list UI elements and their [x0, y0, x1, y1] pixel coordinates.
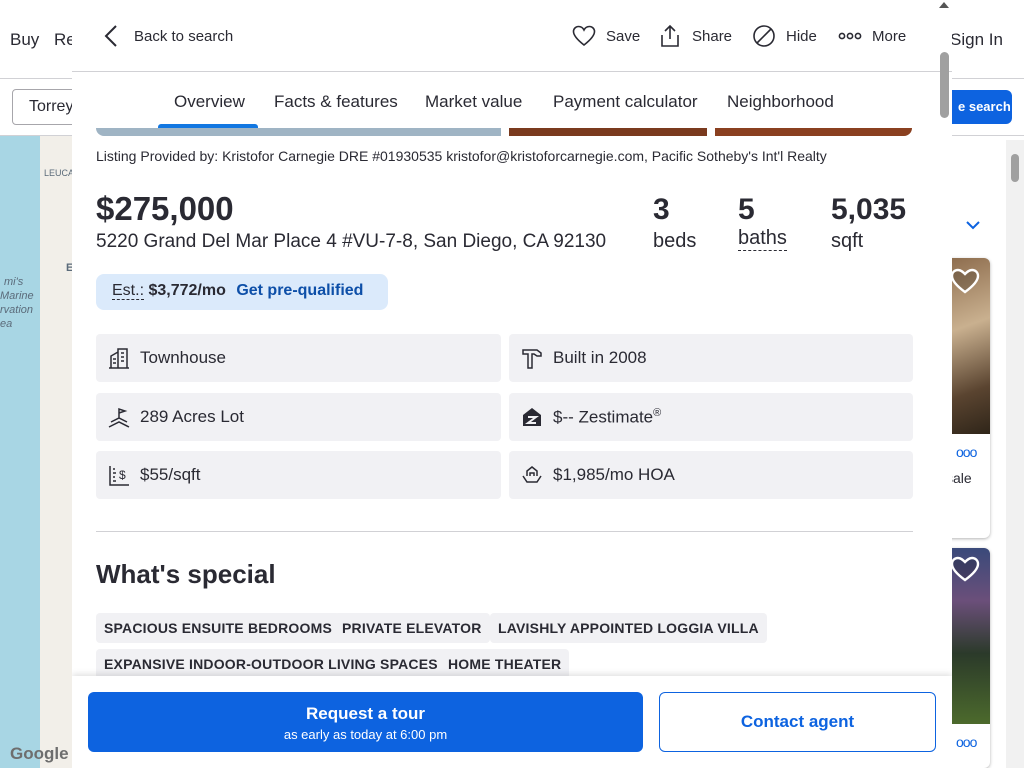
heart-icon[interactable] — [950, 268, 980, 294]
home-details-modal: Back to search Save Share Hide More Over… — [72, 0, 952, 768]
share-icon — [661, 24, 679, 47]
hide-button[interactable]: Hide — [752, 22, 817, 50]
scroll-up-arrow-icon[interactable] — [939, 2, 949, 8]
fact-hoa-label: $1,985/mo HOA — [553, 465, 675, 484]
fact-year-built-label: Built in 2008 — [553, 348, 647, 367]
svg-text:$: $ — [119, 468, 126, 482]
fact-lot-size: 289 Acres Lot — [96, 393, 501, 441]
map-label: rvation — [0, 304, 34, 316]
beds-stat: 3 beds — [653, 193, 696, 255]
feature-chip: LAVISHLY APPOINTED LOGGIA VILLA — [490, 613, 767, 643]
feature-chip: SPACIOUS ENSUITE BEDROOMS — [96, 613, 340, 643]
nav-sign-in[interactable]: Sign In — [950, 30, 1003, 50]
heart-icon[interactable] — [950, 556, 980, 582]
address: 5220 Grand Del Mar Place 4 #VU-7-8, San … — [96, 231, 607, 252]
sqft-label: sqft — [831, 230, 864, 252]
scrollbar-thumb[interactable] — [940, 52, 949, 118]
map-label: LEUCA — [44, 168, 75, 178]
fact-zestimate: $-- Zestimate® — [509, 393, 913, 441]
fact-zestimate-label: $-- Zestimate — [553, 407, 654, 427]
map-label: Marine — [0, 290, 34, 302]
get-pre-qualified-link[interactable]: Get pre-qualified — [236, 282, 363, 299]
save-button[interactable]: Save — [572, 22, 640, 50]
more-label: More — [872, 27, 907, 45]
request-tour-sublabel: as early as today at 6:00 pm — [283, 727, 448, 742]
fact-price-per-sqft-label: $55/sqft — [140, 465, 201, 484]
heart-icon — [572, 25, 596, 47]
photo[interactable] — [509, 128, 707, 136]
lot-icon — [108, 407, 130, 428]
contact-agent-button[interactable]: Contact agent — [659, 692, 936, 752]
photo-gallery[interactable] — [96, 128, 912, 136]
page-scrollbar[interactable] — [1006, 140, 1024, 768]
tab-market-value[interactable]: Market value — [425, 92, 522, 112]
whats-special-title: What's special — [96, 559, 276, 589]
estimate-value: $3,772/mo — [148, 282, 226, 299]
chevron-left-icon — [104, 25, 117, 47]
ruler-dollar-icon: $ — [109, 466, 129, 486]
price: $275,000 — [96, 190, 234, 227]
baths-label[interactable]: baths — [738, 227, 787, 251]
hide-label: Hide — [786, 27, 817, 45]
hoa-hands-icon — [522, 466, 542, 483]
section-divider — [96, 531, 913, 532]
chevron-down-icon — [966, 221, 980, 230]
listing-provided-by: Listing Provided by: Kristofor Carnegie … — [96, 148, 827, 164]
back-to-search-label: Back to search — [134, 27, 234, 45]
fact-price-per-sqft: $ $55/sqft — [96, 451, 501, 499]
share-label: Share — [692, 27, 733, 45]
request-tour-label: Request a tour — [305, 704, 426, 723]
registered-mark: ® — [653, 406, 662, 419]
share-button[interactable]: Share — [658, 22, 732, 50]
save-label: Save — [606, 27, 641, 45]
baths-stat[interactable]: 5 baths — [738, 193, 787, 251]
building-icon — [109, 348, 129, 369]
estimated-payment: Est.: $3,772/mo Get pre-qualified — [96, 274, 388, 310]
more-dots-icon[interactable]: ooo — [956, 734, 977, 750]
sqft-stat: 5,035 sqft — [831, 193, 906, 255]
fact-year-built: Built in 2008 — [509, 334, 913, 382]
tab-overview[interactable]: Overview — [174, 92, 245, 112]
feature-chip: PRIVATE ELEVATOR — [334, 613, 490, 643]
hide-icon — [753, 25, 775, 47]
back-to-search-button[interactable]: Back to search — [104, 22, 233, 50]
fact-home-type: Townhouse — [96, 334, 501, 382]
nav-buy[interactable]: Buy — [10, 30, 39, 50]
feature-chip: HOME THEATER — [440, 649, 570, 679]
request-tour-button[interactable]: Request a tour as early as today at 6:00… — [88, 692, 643, 752]
modal-scrollbar[interactable] — [934, 0, 952, 676]
zestimate-icon — [523, 408, 541, 426]
tab-neighborhood[interactable]: Neighborhood — [727, 92, 834, 112]
fact-lot-size-label: 289 Acres Lot — [140, 407, 244, 426]
beds-value: 3 — [653, 193, 670, 226]
fact-hoa: $1,985/mo HOA — [509, 451, 913, 499]
tab-payment-calculator[interactable]: Payment calculator — [553, 92, 698, 112]
more-dots-icon — [838, 32, 862, 40]
modal-header: Back to search Save Share Hide More — [72, 0, 952, 72]
google-logo: Google — [10, 744, 69, 763]
photo[interactable] — [96, 128, 501, 136]
more-dots-icon[interactable]: ooo — [956, 444, 977, 460]
feature-chip: EXPANSIVE INDOOR-OUTDOOR LIVING SPACES — [96, 649, 446, 679]
sqft-value: 5,035 — [831, 193, 907, 226]
beds-label: beds — [653, 230, 697, 252]
map-label: mi's — [4, 276, 24, 288]
map-label: ea — [0, 318, 13, 330]
photo[interactable] — [715, 128, 912, 136]
modal-footer: Request a tour as early as today at 6:00… — [72, 676, 952, 768]
fact-home-type-label: Townhouse — [140, 348, 227, 367]
hammer-icon — [522, 349, 542, 369]
section-tabs: Overview Facts & features Market value P… — [72, 72, 952, 129]
estimate-label[interactable]: Est.: — [112, 282, 145, 300]
map[interactable]: LEUCA mi's Marine rvation ea E Google — [0, 136, 80, 768]
baths-value: 5 — [738, 193, 755, 226]
more-button[interactable]: More — [838, 22, 906, 50]
tab-facts-features[interactable]: Facts & features — [274, 92, 398, 112]
